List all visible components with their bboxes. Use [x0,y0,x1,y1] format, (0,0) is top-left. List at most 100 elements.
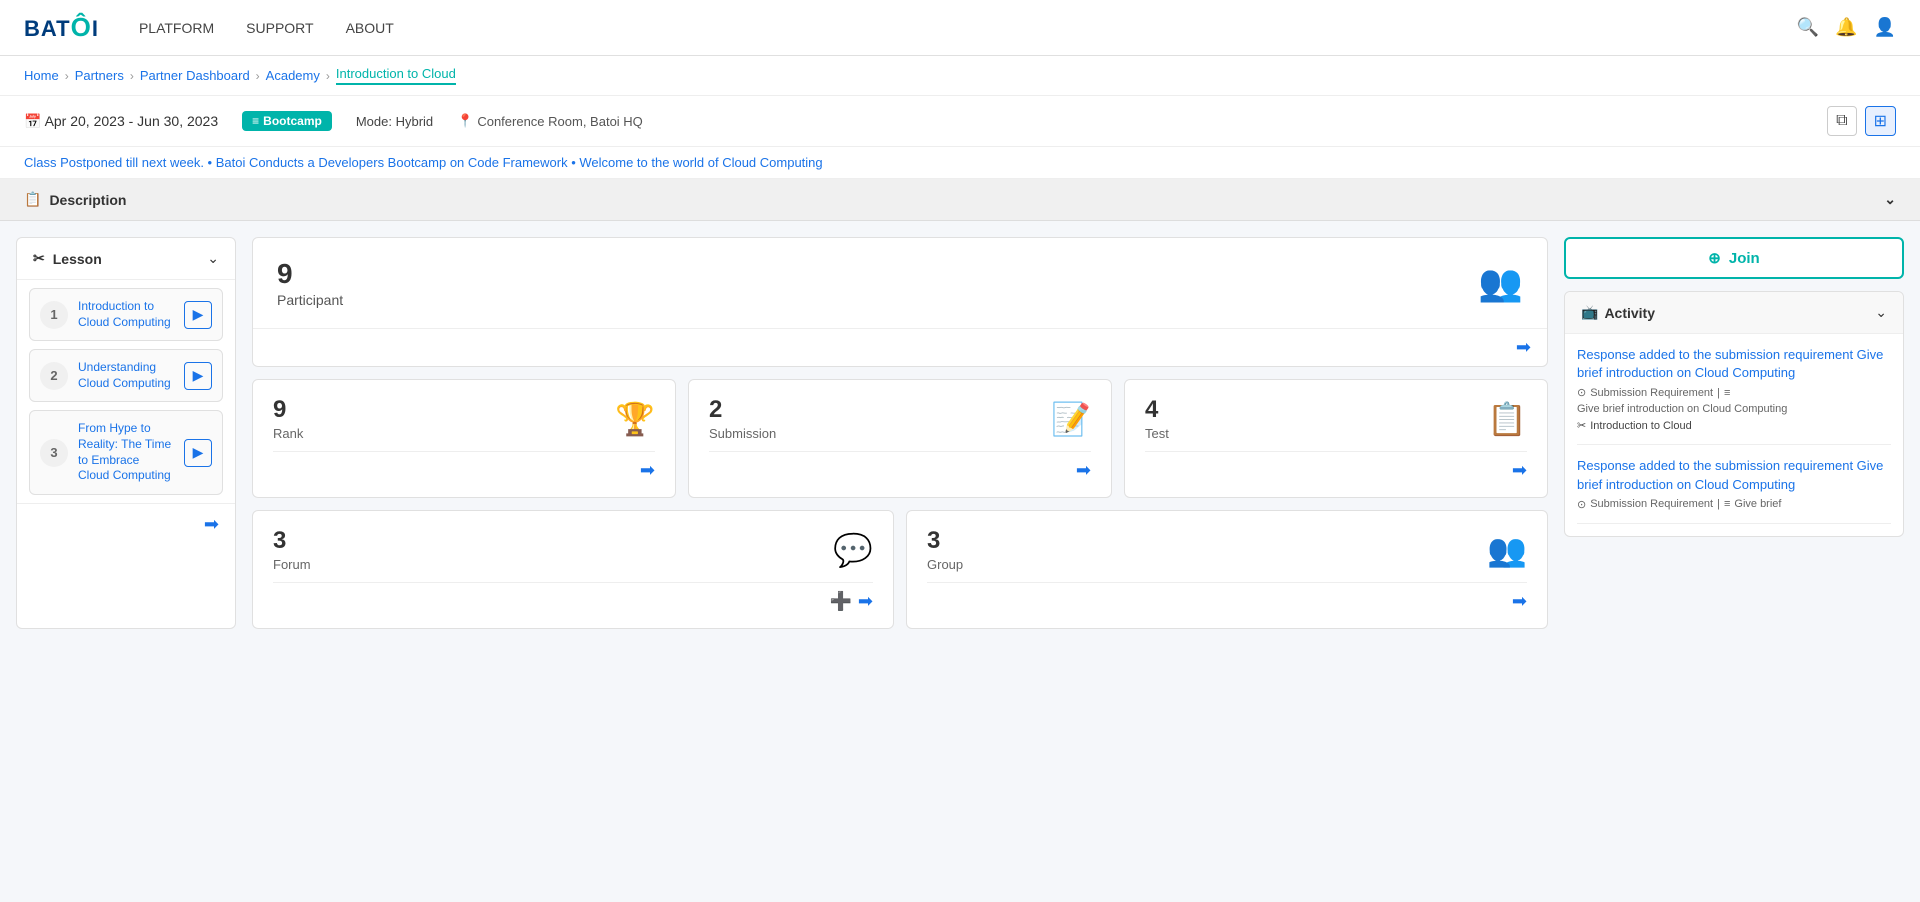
stat-body-rank: 9 Rank 🏆 [273,396,655,441]
logo-text: BATÔI [24,12,99,43]
activity-meta-desc-2: Give brief [1734,498,1781,510]
breadcrumb-home[interactable]: Home [24,68,59,83]
activity-header: 📺 Activity ⌄ [1565,292,1903,334]
breadcrumb-sep-1: › [65,69,69,83]
stat-footer-group: ➡ [927,582,1527,612]
activity-meta-list-icon-2: ≡ [1724,498,1730,510]
participants-icon: 👥 [1478,262,1523,304]
activity-meta-type-1: Submission Requirement [1590,387,1713,399]
activity-items: Response added to the submission require… [1565,334,1903,536]
forum-nav-arrow[interactable]: ➡ [858,591,873,612]
stats-grid: 9 Rank 🏆 ➡ 2 Submission 📝 [252,379,1548,498]
stat-info-forum: 3 Forum [273,527,311,572]
participant-count: 9 [277,258,343,290]
participant-info: 9 Participant [277,258,343,308]
view-toggle-2[interactable]: ⊞ [1865,106,1896,136]
stat-card-rank: 9 Rank 🏆 ➡ [252,379,676,498]
activity-chevron[interactable]: ⌄ [1875,304,1887,321]
breadcrumb-partners[interactable]: Partners [75,68,124,83]
nav-support[interactable]: SUPPORT [246,20,313,36]
nav-about[interactable]: ABOUT [346,20,394,36]
lesson-arrow-3[interactable]: ▶ [184,439,212,467]
activity-course-name-1[interactable]: Introduction to Cloud [1590,420,1692,432]
breadcrumb-partner-dashboard[interactable]: Partner Dashboard [140,68,250,83]
breadcrumb-sep-2: › [130,69,134,83]
participant-top: 9 Participant 👥 [253,238,1547,328]
participant-more-arrow[interactable]: ➡ [1516,337,1531,358]
nav-platform[interactable]: PLATFORM [139,20,214,36]
stat-info-submission: 2 Submission [709,396,776,441]
group-more-arrow[interactable]: ➡ [1512,591,1527,612]
lesson-num-1: 1 [40,301,68,329]
breadcrumb-current[interactable]: Introduction to Cloud [336,66,456,85]
join-button[interactable]: ⊕ Join [1564,237,1904,279]
stat-card-group: 3 Group 👥 ➡ [906,510,1548,629]
activity-meta-list-icon-1: ≡ [1724,387,1730,399]
stat-num-rank: 9 [273,396,303,424]
breadcrumb-sep-3: › [256,69,260,83]
logo-dot: Ô [71,12,92,42]
notification-button[interactable]: 🔔 [1835,17,1857,38]
lesson-title-3: From Hype to Reality: The Time to Embrac… [78,421,174,483]
header: BATÔI PLATFORM SUPPORT ABOUT 🔍 🔔 👤 [0,0,1920,56]
view-toggle-1[interactable]: ⧉ [1827,106,1856,136]
lesson-arrow-1[interactable]: ▶ [184,301,212,329]
activity-item-1-meta: ⊙ Submission Requirement | ≡ Give brief … [1577,386,1891,415]
meta-right-actions: ⧉ ⊞ [1827,106,1896,136]
stat-body-submission: 2 Submission 📝 [709,396,1091,441]
stat-label-forum: Forum [273,557,311,572]
stat-footer-test: ➡ [1145,451,1527,481]
submission-more-arrow[interactable]: ➡ [1076,460,1091,481]
activity-title: 📺 Activity [1581,304,1655,321]
meta-date: 📅 Apr 20, 2023 - Jun 30, 2023 [24,113,218,130]
meta-location: 📍 Conference Room, Batoi HQ [457,113,643,129]
stat-label-submission: Submission [709,426,776,441]
test-icon: 📋 [1487,400,1527,438]
lesson-arrow-2[interactable]: ▶ [184,362,212,390]
stat-num-test: 4 [1145,396,1169,424]
middle-panel: 9 Participant 👥 ➡ 9 Rank 🏆 [252,237,1548,629]
lesson-item-2: 2 Understanding Cloud Computing ▶ [29,349,223,402]
group-icon: 👥 [1487,531,1527,569]
badge-bootcamp: ≡ Bootcamp [242,111,332,131]
lesson-title-2: Understanding Cloud Computing [78,360,174,391]
stat-footer-forum: ➕ ➡ [273,582,873,612]
lesson-header-title: ✂ Lesson [33,250,102,267]
rank-more-arrow[interactable]: ➡ [640,460,655,481]
description-bar[interactable]: 📋 Description ⌄ [0,179,1920,221]
participant-label: Participant [277,292,343,308]
breadcrumb-academy[interactable]: Academy [266,68,320,83]
lesson-icon: ✂ [33,250,45,267]
lesson-num-3: 3 [40,439,68,467]
activity-course-icon-1: ✂ [1577,419,1586,432]
logo: BATÔI [24,12,99,43]
stat-label-test: Test [1145,426,1169,441]
meta-bar: 📅 Apr 20, 2023 - Jun 30, 2023 ≡ Bootcamp… [0,96,1920,147]
stat-footer-submission: ➡ [709,451,1091,481]
stat-info-test: 4 Test [1145,396,1169,441]
activity-icon: 📺 [1581,304,1598,321]
test-more-arrow[interactable]: ➡ [1512,460,1527,481]
activity-meta-icon-2: ⊙ [1577,498,1586,511]
stat-info-group: 3 Group [927,527,963,572]
forum-more-arrow[interactable]: ➕ [829,591,851,612]
user-avatar[interactable]: 👤 [1874,17,1896,38]
activity-item-2-title[interactable]: Response added to the submission require… [1577,457,1891,493]
search-button[interactable]: 🔍 [1797,17,1819,38]
lesson-more-arrow[interactable]: ➡ [204,514,219,535]
description-chevron: ⌄ [1884,191,1896,208]
stat-body-forum: 3 Forum 💬 [273,527,873,572]
lesson-panel: ✂ Lesson ⌄ 1 Introduction to Cloud Compu… [16,237,236,629]
stat-card-forum: 3 Forum 💬 ➕ ➡ [252,510,894,629]
activity-item-1-title[interactable]: Response added to the submission require… [1577,346,1891,382]
activity-meta-sep-1: | [1717,387,1720,399]
stat-body-test: 4 Test 📋 [1145,396,1527,441]
activity-meta-sep-2: | [1717,498,1720,510]
lesson-header: ✂ Lesson ⌄ [17,238,235,280]
activity-item-2: Response added to the submission require… [1577,457,1891,523]
header-right: 🔍 🔔 👤 [1797,17,1896,38]
stat-num-group: 3 [927,527,963,555]
activity-item-1: Response added to the submission require… [1577,346,1891,445]
bottom-grid: 3 Forum 💬 ➕ ➡ 3 Group 👥 [252,510,1548,629]
lesson-chevron[interactable]: ⌄ [207,250,219,267]
